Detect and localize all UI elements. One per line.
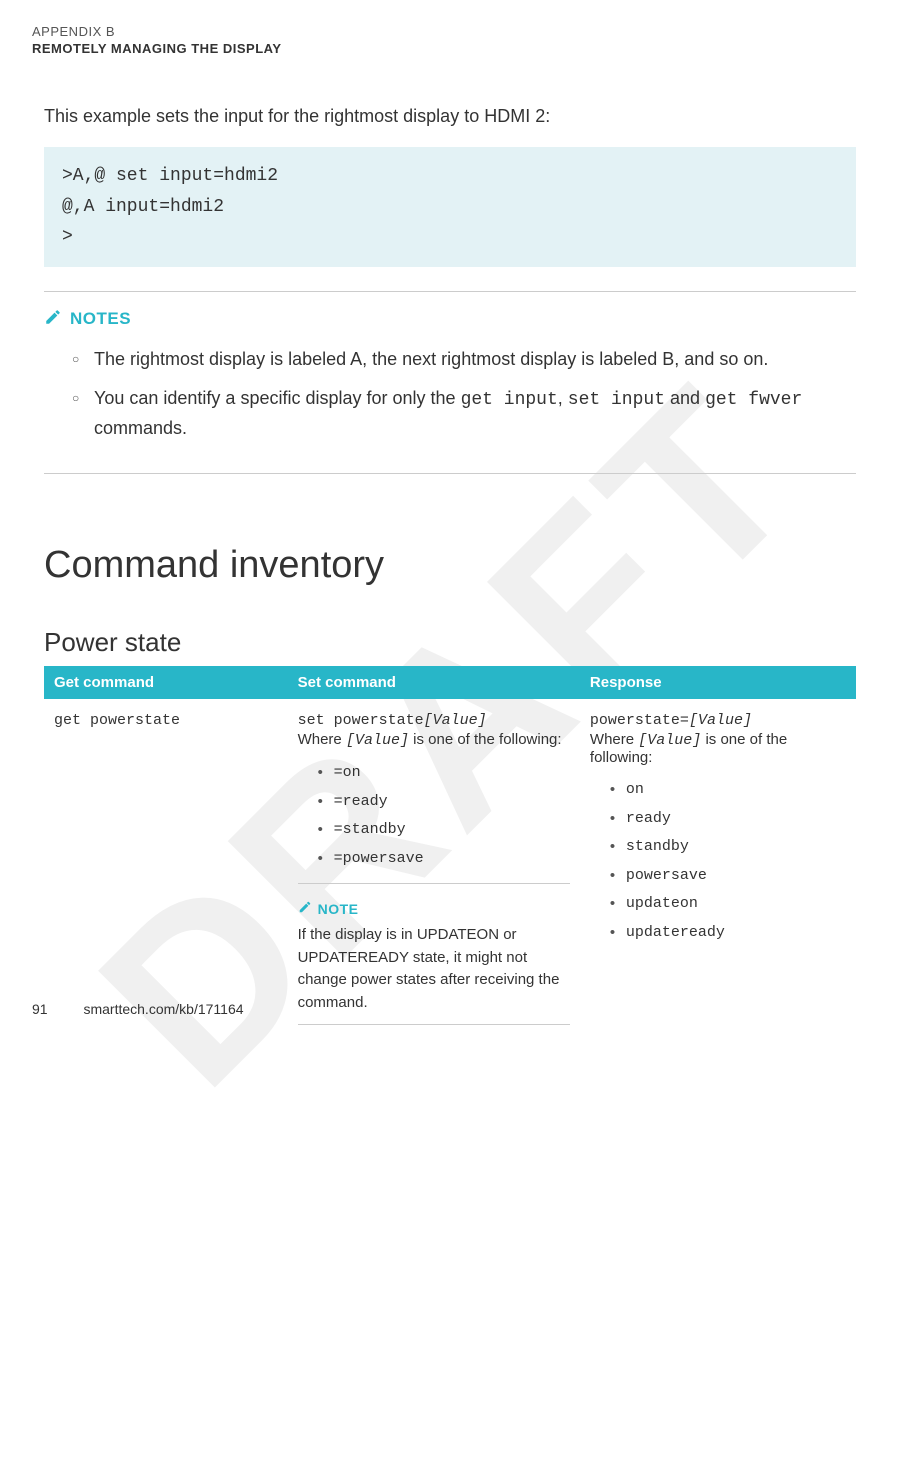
list-item: standby: [610, 833, 846, 862]
get-command: get powerstate: [54, 712, 180, 729]
th-response: Response: [580, 666, 856, 699]
intro-paragraph: This example sets the input for the righ…: [44, 106, 856, 127]
list-item: =on: [318, 759, 570, 788]
resp-where-text: Where [Value] is one of the following:: [590, 731, 846, 766]
example-code-block: >A,@ set input=hdmi2 @,A input=hdmi2 >: [44, 147, 856, 267]
response-command: powerstate=: [590, 712, 689, 729]
pencil-icon: [44, 308, 62, 331]
page-number: 91: [32, 1001, 48, 1017]
note-label-small: NOTE: [318, 901, 359, 917]
th-set: Set command: [288, 666, 580, 699]
appendix-label: APPENDIX B: [32, 24, 868, 39]
page-header: APPENDIX B REMOTELY MANAGING THE DISPLAY: [0, 0, 900, 56]
set-note-callout: NOTE If the display is in UPDATEON or UP…: [298, 883, 570, 1025]
notes-item-2: You can identify a specific display for …: [72, 384, 856, 444]
table-row: get powerstate set powerstate[Value] Whe…: [44, 699, 856, 1041]
pencil-icon: [298, 900, 312, 918]
list-item: ready: [610, 805, 846, 834]
list-item: updateready: [610, 919, 846, 948]
list-item: =powersave: [318, 845, 570, 874]
list-item: on: [610, 776, 846, 805]
resp-options-list: on ready standby powersave updateon upda…: [590, 776, 846, 947]
page-footer: 91 smarttech.com/kb/171164: [32, 1001, 244, 1017]
set-where-text: Where [Value] is one of the following:: [298, 731, 570, 749]
list-item: powersave: [610, 862, 846, 891]
subsection-heading: Power state: [44, 627, 856, 658]
set-command: set powerstate: [298, 712, 424, 729]
list-item: =standby: [318, 816, 570, 845]
footer-link[interactable]: smarttech.com/kb/171164: [83, 1001, 243, 1017]
list-item: updateon: [610, 890, 846, 919]
section-heading: Command inventory: [44, 544, 856, 587]
list-item: =ready: [318, 788, 570, 817]
notes-callout: NOTES The rightmost display is labeled A…: [44, 291, 856, 474]
notes-label: NOTES: [70, 309, 131, 329]
power-state-table: Get command Set command Response get pow…: [44, 666, 856, 1041]
set-options-list: =on =ready =standby =powersave: [298, 759, 570, 873]
appendix-title: REMOTELY MANAGING THE DISPLAY: [32, 41, 868, 56]
th-get: Get command: [44, 666, 288, 699]
set-note-text: If the display is in UPDATEON or UPDATER…: [298, 924, 570, 1014]
notes-item-1: The rightmost display is labeled A, the …: [72, 345, 856, 374]
